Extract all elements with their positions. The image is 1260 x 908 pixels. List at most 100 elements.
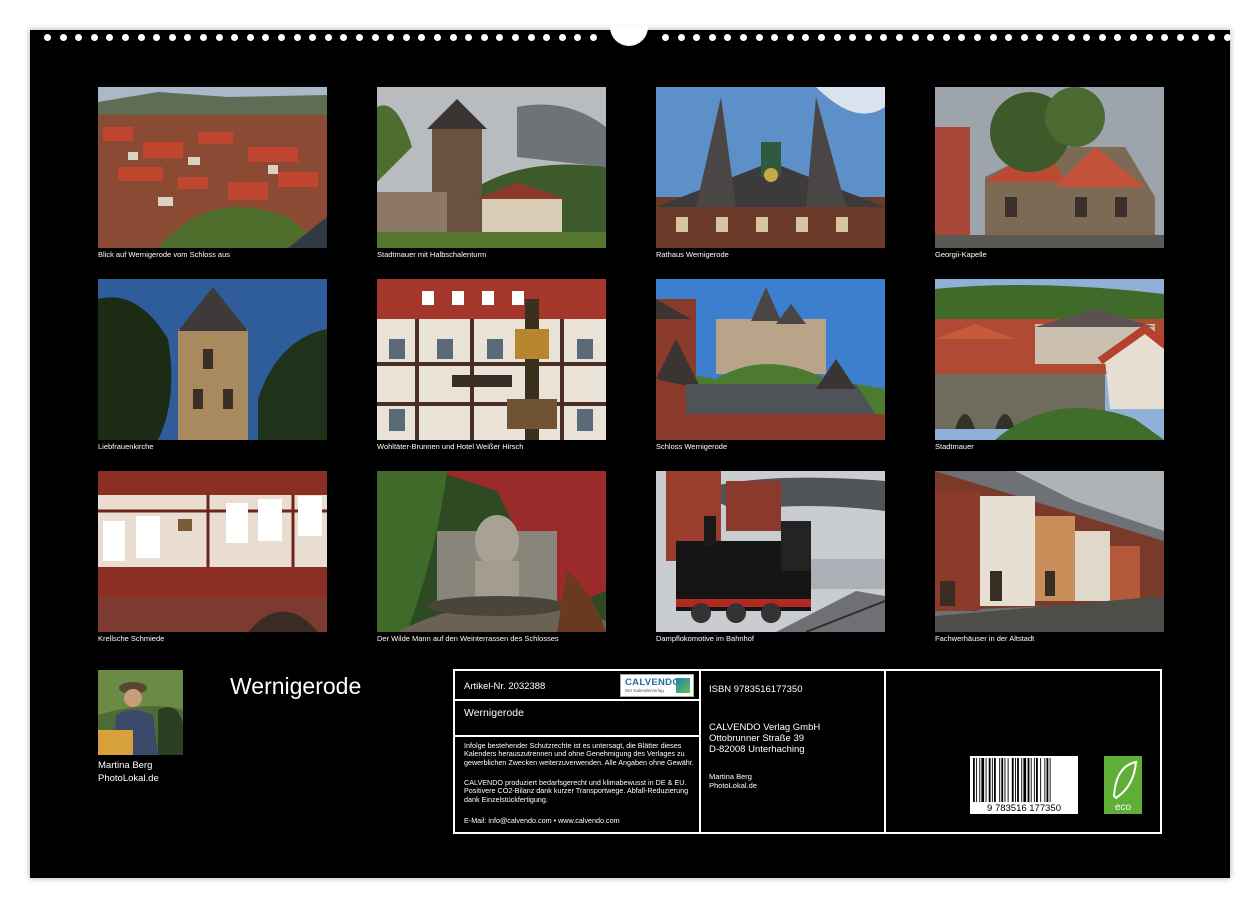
binding-hole <box>200 34 207 41</box>
binding-hole <box>708 34 716 41</box>
binding-hole <box>106 34 114 41</box>
photo-february <box>377 87 606 248</box>
binding-hole <box>262 34 270 41</box>
author-credit: Martina Berg PhotoLokal.de <box>98 759 159 785</box>
binding-hole <box>418 34 426 41</box>
publisher-city: D-82008 Unterhaching <box>709 744 805 755</box>
binding-hole <box>1130 34 1137 41</box>
publication-author-site: PhotoLokal.de <box>709 781 757 790</box>
binding-hole <box>168 34 176 41</box>
photo-may <box>98 279 327 440</box>
barcode-bar <box>976 758 978 802</box>
photo-caption: Stadtmauer mit Halbschalenturm <box>377 250 487 259</box>
binding-hole <box>864 34 872 41</box>
binding-hole <box>246 34 254 41</box>
binding-hole <box>122 34 129 41</box>
barcode-bar <box>1046 758 1049 802</box>
product-name: Wernigerode <box>464 707 524 719</box>
binding-hole <box>1176 34 1184 41</box>
barcode-bar <box>1017 758 1019 802</box>
eco-badge: eco <box>1104 756 1142 814</box>
binding-hole <box>740 34 747 41</box>
binding-hole <box>833 34 841 41</box>
binding-hole <box>896 34 903 41</box>
barcode-bar <box>994 758 996 802</box>
binding-hole <box>677 34 685 41</box>
binding-hole <box>1052 34 1059 41</box>
barcode-bar <box>1036 758 1038 802</box>
photo-july <box>656 279 885 440</box>
photo-caption: Rathaus Wernigerode <box>656 250 729 259</box>
legal-notice: Infolge bestehender Schutzrechte ist es … <box>464 741 694 767</box>
binding-hole <box>215 34 223 41</box>
publication-author: Martina Berg PhotoLokal.de <box>709 772 757 790</box>
binding-hole <box>1223 34 1231 41</box>
binding-hole <box>927 34 935 41</box>
binding-hole <box>527 34 535 41</box>
isbn: ISBN 9783516177350 <box>709 684 803 695</box>
binding-hole <box>989 34 997 41</box>
binding-hole <box>402 34 410 41</box>
barcode-bar <box>1033 758 1035 802</box>
barcode-bar <box>991 758 993 802</box>
contact-line: E-Mail: info@calvendo.com • www.calvendo… <box>464 816 620 825</box>
barcode-bar <box>1044 758 1046 802</box>
binding-hole <box>724 34 732 41</box>
photo-caption: Schloss Wernigerode <box>656 442 728 451</box>
binding-hole <box>1067 34 1075 41</box>
barcode-bar <box>985 758 987 802</box>
binding-hole <box>387 34 395 41</box>
photo-june <box>377 279 606 440</box>
binding-hole <box>293 34 301 41</box>
photo-caption: Liebfrauenkirche <box>98 442 154 451</box>
binding-hole <box>1083 34 1091 41</box>
logo-mark-icon <box>676 678 690 693</box>
barcode-bar <box>1023 758 1027 802</box>
photo-september <box>98 471 327 632</box>
barcode-bar <box>1030 758 1032 802</box>
logo-subtitle: Der Kalenderverlag <box>625 688 664 693</box>
binding-hole <box>1192 34 1200 41</box>
photo-november <box>656 471 885 632</box>
photo-caption: Georgii-Kapelle <box>935 250 987 259</box>
binding-hole <box>755 34 763 41</box>
calendar-back-page: Blick auf Wernigerode vom Schloss aus St… <box>30 26 1231 878</box>
photo-caption: Wohltäter-Brunnen und Hotel Weißer Hirsc… <box>377 442 524 451</box>
binding-hole <box>558 34 566 41</box>
binding-hole <box>340 34 348 41</box>
photo-caption: Der Wilde Mann auf den Weinterrassen des… <box>377 634 559 643</box>
barcode-bar <box>1027 758 1030 802</box>
photo-april <box>935 87 1164 248</box>
eco-notice: CALVENDO produziert bedarfsgerecht und k… <box>464 778 689 804</box>
article-number: Artikel-Nr. 2032388 <box>464 681 546 692</box>
author-photo <box>98 670 183 755</box>
barcode-bar <box>999 758 1001 802</box>
binding-hole <box>1145 34 1153 41</box>
binding-hole <box>434 34 441 41</box>
binding-hole <box>786 34 794 41</box>
binding-hole <box>818 34 825 41</box>
binding-hole <box>90 34 98 41</box>
binding-hole <box>153 34 161 41</box>
leaf-icon <box>1112 760 1138 800</box>
isbn-barcode: 9 783516 177350 <box>970 756 1078 814</box>
binding-hole <box>662 34 669 41</box>
photo-caption: Dampflokomotive im Bahnhof <box>656 634 754 643</box>
binding-hole <box>1005 34 1013 41</box>
binding-hole <box>543 34 551 41</box>
photo-december <box>935 471 1164 632</box>
binding-hole <box>1161 34 1169 41</box>
binding-hole <box>574 34 582 41</box>
binding-hole <box>942 34 950 41</box>
binding-hole <box>911 34 919 41</box>
photo-caption: Fachwerhäuser in der Altstadt <box>935 634 1035 643</box>
binding-hole <box>693 34 701 41</box>
binding-hole <box>309 34 317 41</box>
binding-hole <box>480 34 488 41</box>
binding-hole <box>1020 34 1028 41</box>
barcode-number: 9 783516 177350 <box>987 803 1061 814</box>
binding-hole <box>1208 34 1215 41</box>
binding-hole <box>184 34 192 41</box>
binding-hole <box>974 34 981 41</box>
publisher-name: CALVENDO Verlag GmbH <box>709 722 821 733</box>
